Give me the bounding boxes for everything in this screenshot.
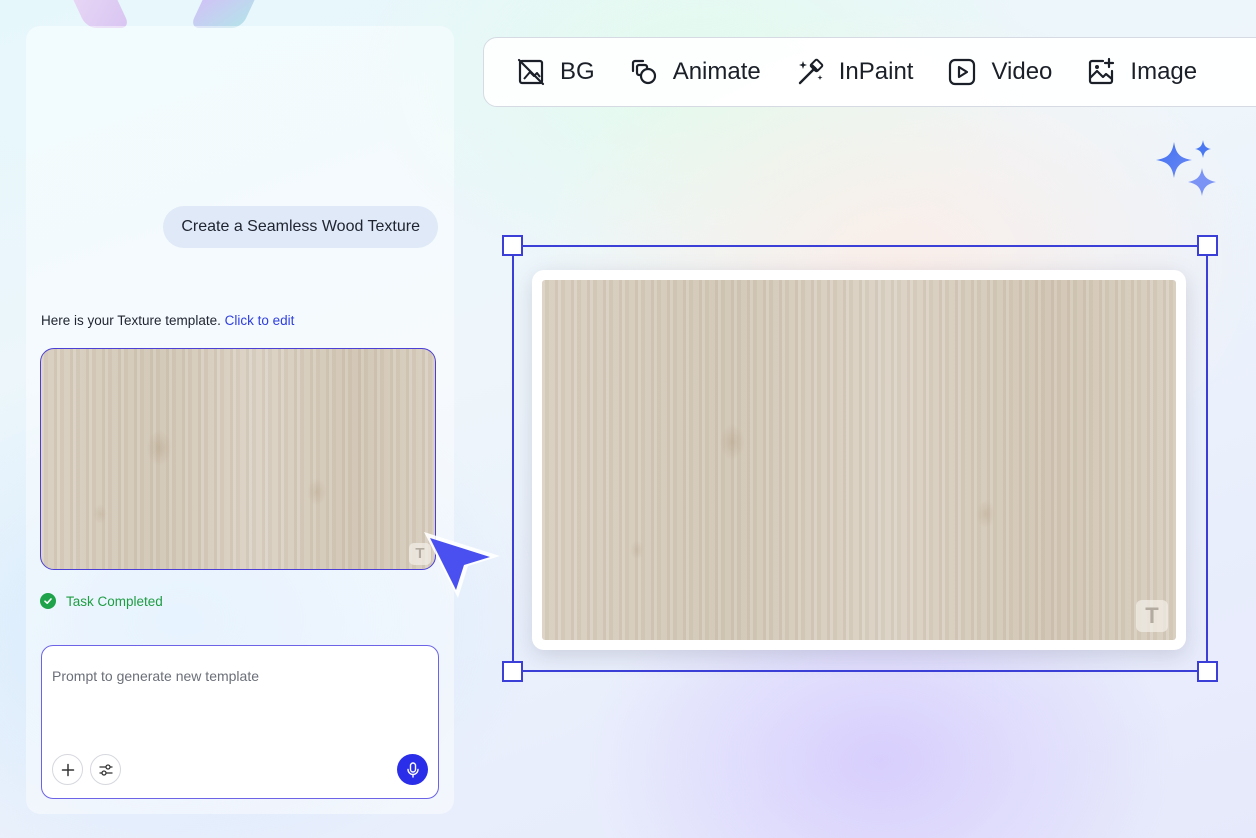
remove-background-icon bbox=[517, 58, 545, 86]
assistant-reply: Here is your Texture template. Click to … bbox=[41, 313, 294, 328]
check-circle-icon bbox=[40, 593, 56, 609]
video-play-icon bbox=[949, 58, 976, 86]
toolbar: BG Animate InPaint Video Image bbox=[483, 37, 1256, 107]
chat-panel: Create a Seamless Wood Texture Here is y… bbox=[26, 26, 454, 814]
magic-wand-icon bbox=[798, 58, 823, 85]
microphone-icon bbox=[406, 761, 419, 778]
watermark-logo: T bbox=[1136, 600, 1168, 632]
status-text: Task Completed bbox=[66, 593, 163, 609]
decorative-shape bbox=[189, 0, 255, 28]
tool-label: InPaint bbox=[838, 58, 914, 85]
tool-label: Video bbox=[991, 58, 1053, 85]
microphone-button[interactable] bbox=[397, 754, 428, 785]
image-add-icon bbox=[1089, 57, 1115, 85]
canvas-texture-image: T bbox=[542, 280, 1176, 640]
sparkle-icon bbox=[1156, 140, 1216, 196]
prompt-box bbox=[41, 645, 439, 799]
tool-label: Image bbox=[1130, 58, 1198, 85]
task-status: Task Completed bbox=[40, 593, 163, 609]
user-message-bubble: Create a Seamless Wood Texture bbox=[163, 206, 438, 248]
sliders-icon bbox=[98, 763, 113, 776]
texture-thumbnail[interactable]: T bbox=[40, 348, 436, 570]
decorative-shape bbox=[73, 0, 131, 28]
settings-button[interactable] bbox=[90, 754, 121, 785]
click-to-edit-link[interactable]: Click to edit bbox=[225, 313, 295, 328]
tool-image[interactable]: Image bbox=[1086, 57, 1197, 87]
resize-handle-bottom-left[interactable] bbox=[502, 661, 523, 682]
tool-bg[interactable]: BG bbox=[516, 57, 595, 87]
add-button[interactable] bbox=[52, 754, 83, 785]
resize-handle-bottom-right[interactable] bbox=[1197, 661, 1218, 682]
prompt-input[interactable] bbox=[52, 664, 422, 688]
reply-text: Here is your Texture template. bbox=[41, 313, 221, 328]
animate-icon bbox=[631, 59, 656, 85]
resize-handle-top-right[interactable] bbox=[1197, 235, 1218, 256]
tool-label: Animate bbox=[672, 58, 761, 85]
tool-animate[interactable]: Animate bbox=[629, 57, 761, 87]
canvas-texture-card[interactable]: T bbox=[532, 270, 1186, 650]
pointer-cursor-icon bbox=[424, 532, 500, 598]
tool-label: BG bbox=[560, 58, 595, 85]
tool-inpaint[interactable]: InPaint bbox=[795, 57, 914, 87]
resize-handle-top-left[interactable] bbox=[502, 235, 523, 256]
tool-video[interactable]: Video bbox=[947, 57, 1052, 87]
plus-icon bbox=[61, 763, 74, 776]
